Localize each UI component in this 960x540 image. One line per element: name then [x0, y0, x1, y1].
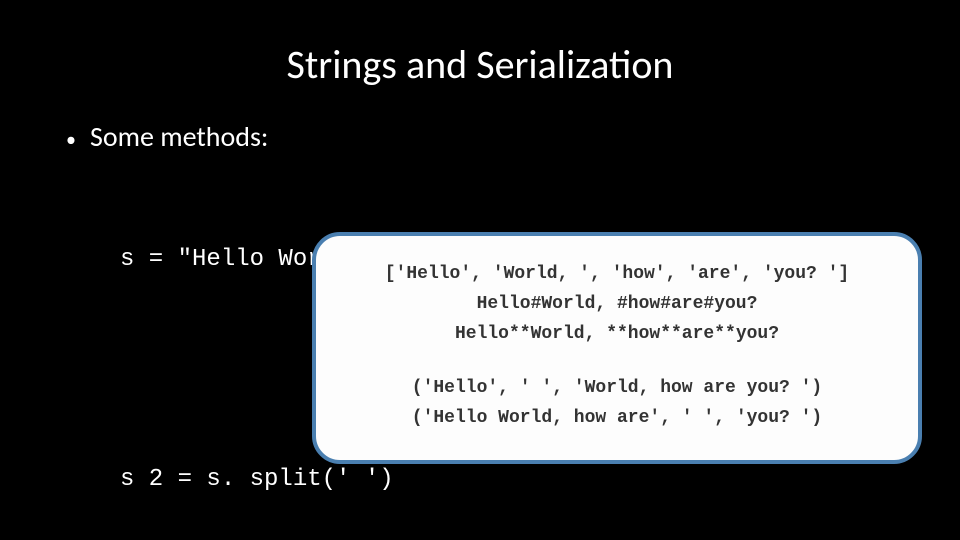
- slide: Strings and Serialization • Some methods…: [0, 0, 960, 540]
- bullet-text: Some methods:: [90, 119, 268, 154]
- bullet-dot-icon: •: [66, 126, 76, 154]
- output-line: Hello#World, #how#are#you?: [342, 294, 892, 314]
- bullet-item: • Some methods:: [60, 119, 900, 154]
- output-line: Hello**World, **how**are**you?: [342, 324, 892, 344]
- output-line: ('Hello World, how are', ' ', 'you? '): [342, 408, 892, 428]
- output-callout: ['Hello', 'World, ', 'how', 'are', 'you?…: [312, 232, 922, 464]
- output-line: ['Hello', 'World, ', 'how', 'are', 'you?…: [342, 264, 892, 284]
- slide-title: Strings and Serialization: [60, 40, 900, 89]
- code-line: s 2 = s. split(' '): [120, 461, 900, 499]
- output-line: ('Hello', ' ', 'World, how are you? '): [342, 378, 892, 398]
